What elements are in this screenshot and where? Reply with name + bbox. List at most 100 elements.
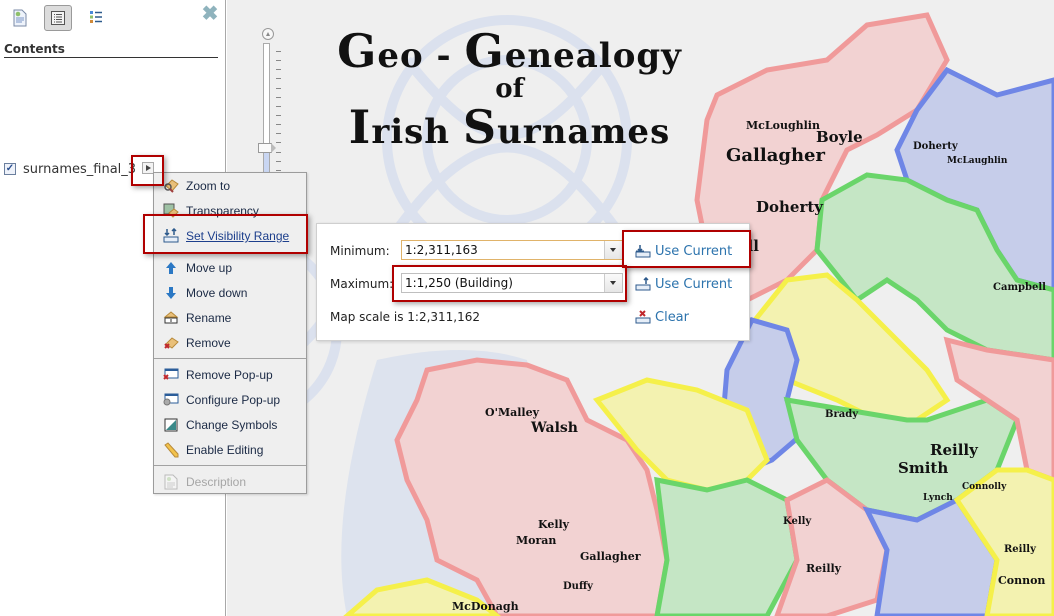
zoom-slider-tick	[276, 142, 281, 144]
zoom-slider-tick	[276, 105, 281, 107]
layer-visibility-checkbox[interactable]: ✓	[4, 163, 16, 175]
zoom-slider-tick	[276, 78, 281, 80]
zoom-in-button[interactable]	[262, 28, 274, 40]
zoom-slider-tick	[276, 151, 281, 153]
menu-item-label: Move down	[186, 286, 248, 300]
map-label: Doherty	[756, 198, 824, 216]
map-label: McLaughlin	[947, 156, 1008, 166]
zoom-slider-tick	[276, 160, 281, 162]
layer-item: ✓ surnames_final_3	[4, 161, 136, 177]
title-text: rish	[371, 112, 463, 152]
zoom-slider-tick	[276, 51, 281, 52]
transparency-icon	[163, 203, 179, 218]
region-longford	[654, 476, 800, 616]
menu-item-label: Rename	[186, 311, 232, 325]
menu-item-enable-editing[interactable]: Enable Editing	[154, 439, 306, 461]
map-label: Campbell	[993, 282, 1046, 293]
menu-item-transparency[interactable]: Transparency	[154, 200, 306, 222]
title-text: eo -	[377, 36, 465, 76]
zoom-slider-tick	[276, 124, 281, 126]
layer-name[interactable]: surnames_final_3	[23, 162, 136, 177]
map-label: Moran	[516, 534, 557, 547]
menu-item-description: Description	[154, 471, 306, 493]
use-current-minimum-button[interactable]: Use Current	[635, 242, 732, 260]
menu-item-zoom-to[interactable]: Zoom to	[154, 175, 306, 197]
zoom-slider-tick	[276, 115, 281, 116]
menu-item-label: Zoom to	[186, 179, 231, 193]
remove-icon	[164, 337, 179, 349]
maximum-scale-select[interactable]: 1:1,250 (Building)	[401, 273, 623, 293]
map-title: Geo - Genealogy of Irish Surnames	[337, 28, 682, 150]
menu-item-move-up[interactable]: Move up	[154, 257, 306, 279]
clear-button[interactable]: Clear	[635, 308, 689, 326]
legend-button[interactable]	[82, 5, 110, 31]
zoom-slider-tick	[276, 60, 281, 62]
menu-item-label: Description	[186, 475, 247, 489]
menu-item-move-down[interactable]: Move down	[154, 282, 306, 304]
panel-toolbar: ✖	[0, 0, 226, 40]
map-label: O'Malley	[485, 406, 540, 419]
legend-icon	[90, 11, 102, 23]
menu-item-label: Set Visibility Range	[186, 229, 290, 243]
layer-context-menu: Zoom to Transparency Set Visibility Rang…	[153, 172, 307, 494]
remove-popup-icon	[163, 368, 179, 380]
menu-divider	[154, 358, 306, 359]
close-icon[interactable]: ✖	[201, 4, 219, 24]
contents-button[interactable]	[44, 5, 72, 31]
zoom-slider-track[interactable]	[263, 43, 270, 183]
chevron-down-icon[interactable]	[604, 274, 622, 292]
zoom-slider-thumb[interactable]	[258, 143, 276, 153]
details-page-icon	[13, 9, 27, 27]
menu-item-change-symbols[interactable]: Change Symbols	[154, 414, 306, 436]
zoom-slider-tick	[276, 133, 281, 135]
menu-item-rename[interactable]: Rename	[154, 307, 306, 329]
menu-item-set-visibility-range[interactable]: Set Visibility Range	[154, 225, 306, 247]
zoom-slider[interactable]	[258, 28, 282, 188]
title-initial: S	[462, 100, 498, 154]
contents-list-icon	[51, 11, 65, 25]
rename-icon	[163, 311, 179, 324]
minimum-label: Minimum:	[330, 244, 390, 258]
title-initial: G	[337, 24, 378, 78]
map-label: Walsh	[531, 420, 578, 436]
title-text: enealogy	[504, 36, 682, 76]
maximum-label: Maximum:	[330, 277, 394, 291]
map-label: Gallagher	[726, 145, 825, 166]
menu-item-label: Move up	[186, 261, 233, 275]
menu-item-label: Configure Pop-up	[186, 393, 281, 407]
map-label: Duffy	[563, 581, 593, 592]
maximum-scale-value: 1:1,250 (Building)	[405, 276, 513, 290]
use-current-maximum-button[interactable]: Use Current	[635, 275, 732, 293]
minimum-scale-value: 1:2,311,163	[405, 243, 478, 257]
map-label: Connon	[998, 574, 1046, 587]
menu-item-label: Transparency	[186, 204, 259, 218]
map-label: Kelly	[783, 516, 812, 527]
map-scale-text: Map scale is 1:2,311,162	[330, 310, 481, 324]
map-label: Brady	[825, 409, 859, 420]
details-button[interactable]	[6, 5, 34, 31]
clear-icon	[635, 310, 651, 324]
menu-item-remove-popup[interactable]: Remove Pop-up	[154, 364, 306, 386]
set-minimum-icon	[635, 245, 651, 258]
map-label: Gallagher	[580, 550, 641, 563]
menu-item-configure-popup[interactable]: Configure Pop-up	[154, 389, 306, 411]
menu-item-remove[interactable]: Remove	[154, 332, 306, 354]
menu-item-label: Enable Editing	[186, 443, 264, 457]
zoom-slider-tick	[276, 69, 281, 71]
app-root: ✖ Contents ✓ surnames_final_3 Geo - Gene…	[0, 0, 1054, 616]
zoom-to-icon	[164, 179, 179, 193]
change-symbols-icon	[164, 418, 178, 432]
menu-divider	[154, 465, 306, 466]
menu-item-label: Remove Pop-up	[186, 368, 273, 382]
map-label: Doherty	[913, 141, 958, 152]
use-current-label: Use Current	[655, 243, 733, 259]
minimum-scale-select[interactable]: 1:2,311,163	[401, 240, 623, 260]
menu-item-label: Change Symbols	[186, 418, 278, 432]
chevron-down-icon[interactable]	[604, 241, 622, 259]
visibility-range-popup: Minimum: 1:2,311,163 Use Current Maximum…	[316, 223, 750, 341]
description-icon	[164, 474, 178, 490]
arrow-down-icon	[166, 287, 176, 299]
map-label: Kelly	[538, 518, 570, 531]
zoom-slider-tick	[276, 96, 281, 98]
zoom-slider-tick	[276, 87, 281, 89]
